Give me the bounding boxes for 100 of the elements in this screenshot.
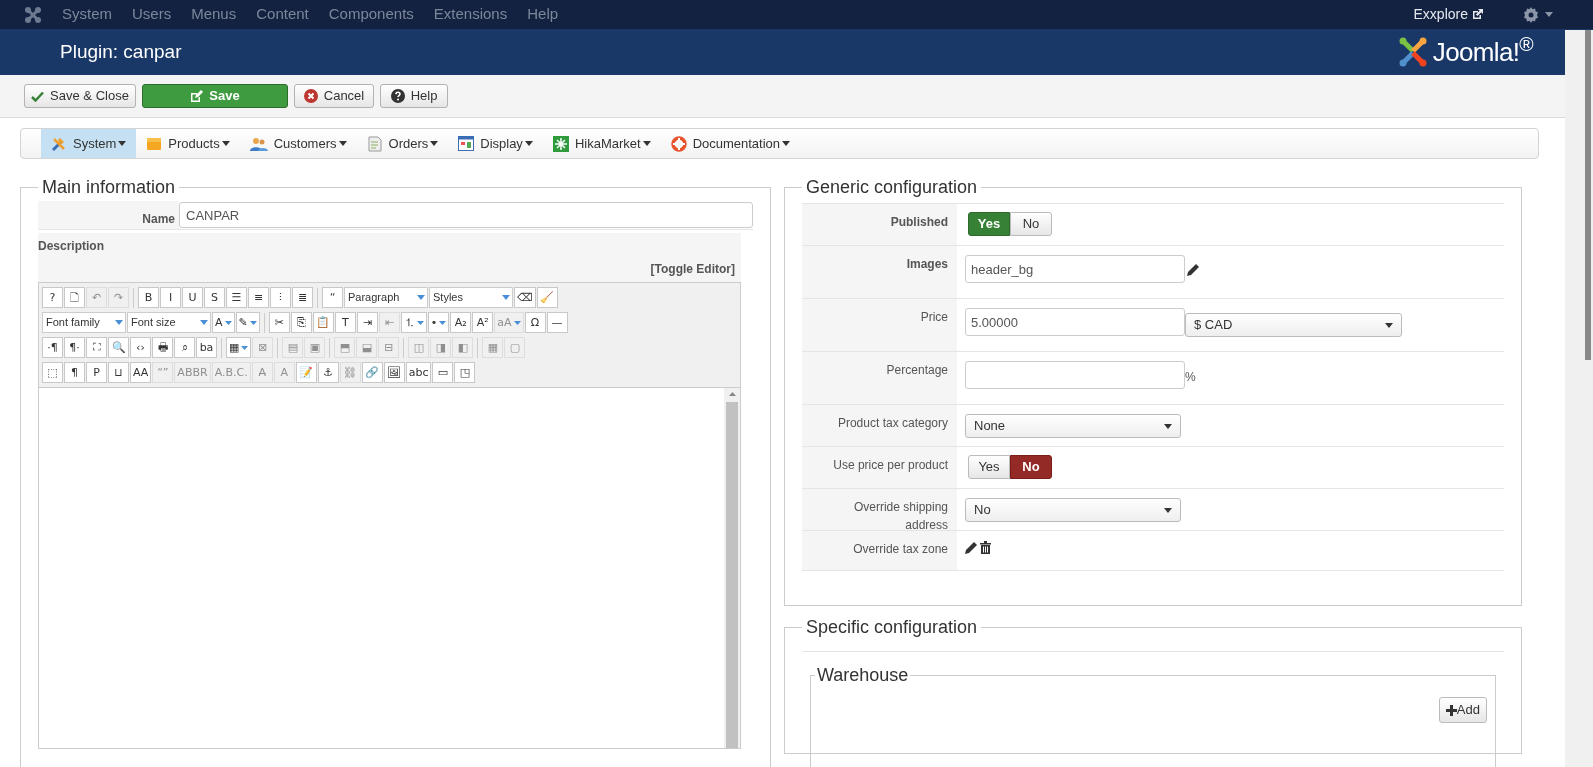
editor-tool-button[interactable]: ⫶ — [270, 287, 291, 308]
editor-tool-button[interactable]: ⌫ — [514, 287, 536, 308]
editor-tool-button[interactable]: ⊔ — [108, 362, 129, 383]
editor-tool-button[interactable]: A₂ — [450, 312, 472, 333]
settings-menu[interactable] — [1523, 6, 1553, 23]
menu-item[interactable]: Components — [328, 3, 414, 26]
site-link[interactable]: Exxplore — [1413, 4, 1483, 25]
editor-tool-button[interactable]: “ — [322, 287, 343, 308]
editor-tool-button[interactable]: 📋 — [312, 312, 334, 333]
editor-tool-button[interactable]: ≡ — [248, 287, 269, 308]
editor-tool-button[interactable]: ? — [42, 287, 63, 308]
editor-tool-button[interactable]: T — [334, 312, 356, 333]
folder-icon — [146, 135, 163, 152]
format-dropdown[interactable]: Font family — [42, 312, 126, 333]
image-field[interactable]: header_bg — [965, 255, 1185, 283]
field-label: Price — [919, 309, 948, 326]
editor-tool-button[interactable]: ⬚ — [42, 362, 63, 383]
editor-tool-button[interactable]: ¶· — [64, 337, 85, 358]
toggle-option[interactable]: Yes — [968, 212, 1010, 236]
menu-item[interactable]: Users — [132, 3, 172, 26]
editor-tool-button[interactable]: A² — [472, 312, 494, 333]
toggle-option[interactable]: No — [1010, 212, 1052, 236]
scrollbar-thumb[interactable] — [726, 402, 738, 748]
editor-tool-button[interactable]: ◳ — [454, 362, 476, 383]
editor-tool-button[interactable]: — — [546, 312, 568, 333]
price-field[interactable]: 5.00000 — [965, 308, 1185, 336]
editor-tool-button[interactable]: ba — [196, 337, 217, 358]
editor-tool-button[interactable]: • — [427, 312, 450, 333]
editor-tool-button[interactable]: U — [182, 287, 203, 308]
percentage-field[interactable] — [965, 361, 1185, 389]
editor-tool-button[interactable]: ⌕ — [174, 337, 195, 358]
plus-icon — [1445, 704, 1457, 716]
editor-tool-button[interactable]: 🔗 — [361, 362, 383, 383]
menu-tab[interactable]: System — [41, 129, 137, 158]
add-button[interactable]: Add — [1438, 697, 1487, 723]
menu-item[interactable]: Content — [256, 3, 309, 26]
format-dropdown[interactable]: Styles — [429, 287, 513, 308]
name-field[interactable]: CANPAR — [179, 202, 753, 228]
editor-tool-button[interactable]: ▦ — [226, 337, 252, 358]
editor-tool-button[interactable]: ☰ — [226, 287, 247, 308]
currency-dropdown[interactable]: $ CAD — [1185, 313, 1402, 337]
toggle-option[interactable]: No — [1010, 455, 1052, 479]
editor-tool-button[interactable]: ⎘ — [290, 312, 312, 333]
editor-tool-button[interactable]: ▭ — [432, 362, 454, 383]
editor-tool-button[interactable]: B — [138, 287, 159, 308]
editor-tool-button[interactable]: ¶ — [64, 362, 85, 383]
editor-tool-button[interactable]: 🖶 — [152, 337, 173, 358]
editor-tool-button[interactable]: ⛶ — [86, 337, 107, 358]
save-close-button[interactable]: Save & Close — [24, 84, 136, 108]
editor-tool-button[interactable]: ⚓ — [317, 362, 339, 383]
format-dropdown[interactable]: Font size — [127, 312, 211, 333]
editor-tool-button[interactable]: 🔍 — [108, 337, 129, 358]
menu-item[interactable]: Help — [527, 3, 559, 26]
field-label: Product tax category — [836, 415, 948, 432]
cancel-button[interactable]: Cancel — [294, 84, 374, 108]
menu-tab[interactable]: Customers — [239, 129, 357, 158]
field-label: Description — [38, 238, 104, 255]
editor-tool-button[interactable]: ✂ — [268, 312, 290, 333]
editor-tool-button[interactable]: ≣ — [292, 287, 313, 308]
editor-tool-button[interactable]: ‹› — [130, 337, 151, 358]
menu-tab[interactable]: Orders — [356, 129, 449, 158]
editor-tool-button[interactable]: I — [160, 287, 181, 308]
editor-tool-button[interactable]: S — [204, 287, 225, 308]
select-field[interactable]: None — [965, 414, 1181, 438]
editor-tool-button[interactable]: ⇥ — [356, 312, 378, 333]
editor-tool-button[interactable]: ✎ — [235, 312, 260, 333]
menu-tab[interactable]: Documentation — [660, 129, 801, 158]
caret-icon — [513, 320, 521, 325]
editor-tool-button[interactable]: 🖼 — [383, 362, 405, 383]
editor-tool-button[interactable]: ·¶ — [42, 337, 63, 358]
menu-tab[interactable]: HikaMarket — [542, 129, 661, 158]
toggle-option[interactable]: Yes — [968, 455, 1010, 479]
editor-tool-button[interactable]: 🗋 — [64, 287, 85, 308]
editor-tool-button[interactable]: Ω — [524, 312, 546, 333]
help-button[interactable]: Help — [380, 84, 448, 108]
close-icon — [303, 89, 318, 103]
pencil-icon — [1187, 262, 1200, 276]
caret-icon — [1164, 423, 1172, 429]
caret-icon — [642, 141, 651, 146]
menu-tab[interactable]: Products — [136, 129, 240, 158]
editor-tool-button[interactable]: abc — [405, 362, 432, 383]
editor-tool-button[interactable]: P — [86, 362, 107, 383]
menu-tab[interactable]: Display — [448, 129, 543, 158]
save-button[interactable]: Save — [142, 84, 288, 108]
editor-tool-button[interactable]: A — [212, 312, 235, 333]
editor-tool-button[interactable]: ⒈ — [400, 312, 427, 333]
select-field[interactable]: No — [965, 498, 1181, 522]
format-dropdown[interactable]: Paragraph — [344, 287, 428, 308]
menu-item[interactable]: System — [62, 3, 112, 26]
edit-button[interactable] — [965, 541, 978, 554]
window-icon — [458, 136, 475, 151]
joomla-icon — [24, 5, 42, 24]
menu-item[interactable]: Extensions — [433, 3, 508, 26]
document-icon — [366, 135, 383, 152]
delete-button[interactable] — [980, 541, 991, 554]
toggle-editor-link[interactable]: [Toggle Editor] — [650, 259, 735, 278]
scrollbar-thumb[interactable] — [1585, 30, 1591, 360]
menu-item[interactable]: Menus — [191, 3, 237, 26]
section-title: Specific configuration — [805, 616, 979, 639]
editor-tool-button[interactable]: AA — [130, 362, 152, 383]
